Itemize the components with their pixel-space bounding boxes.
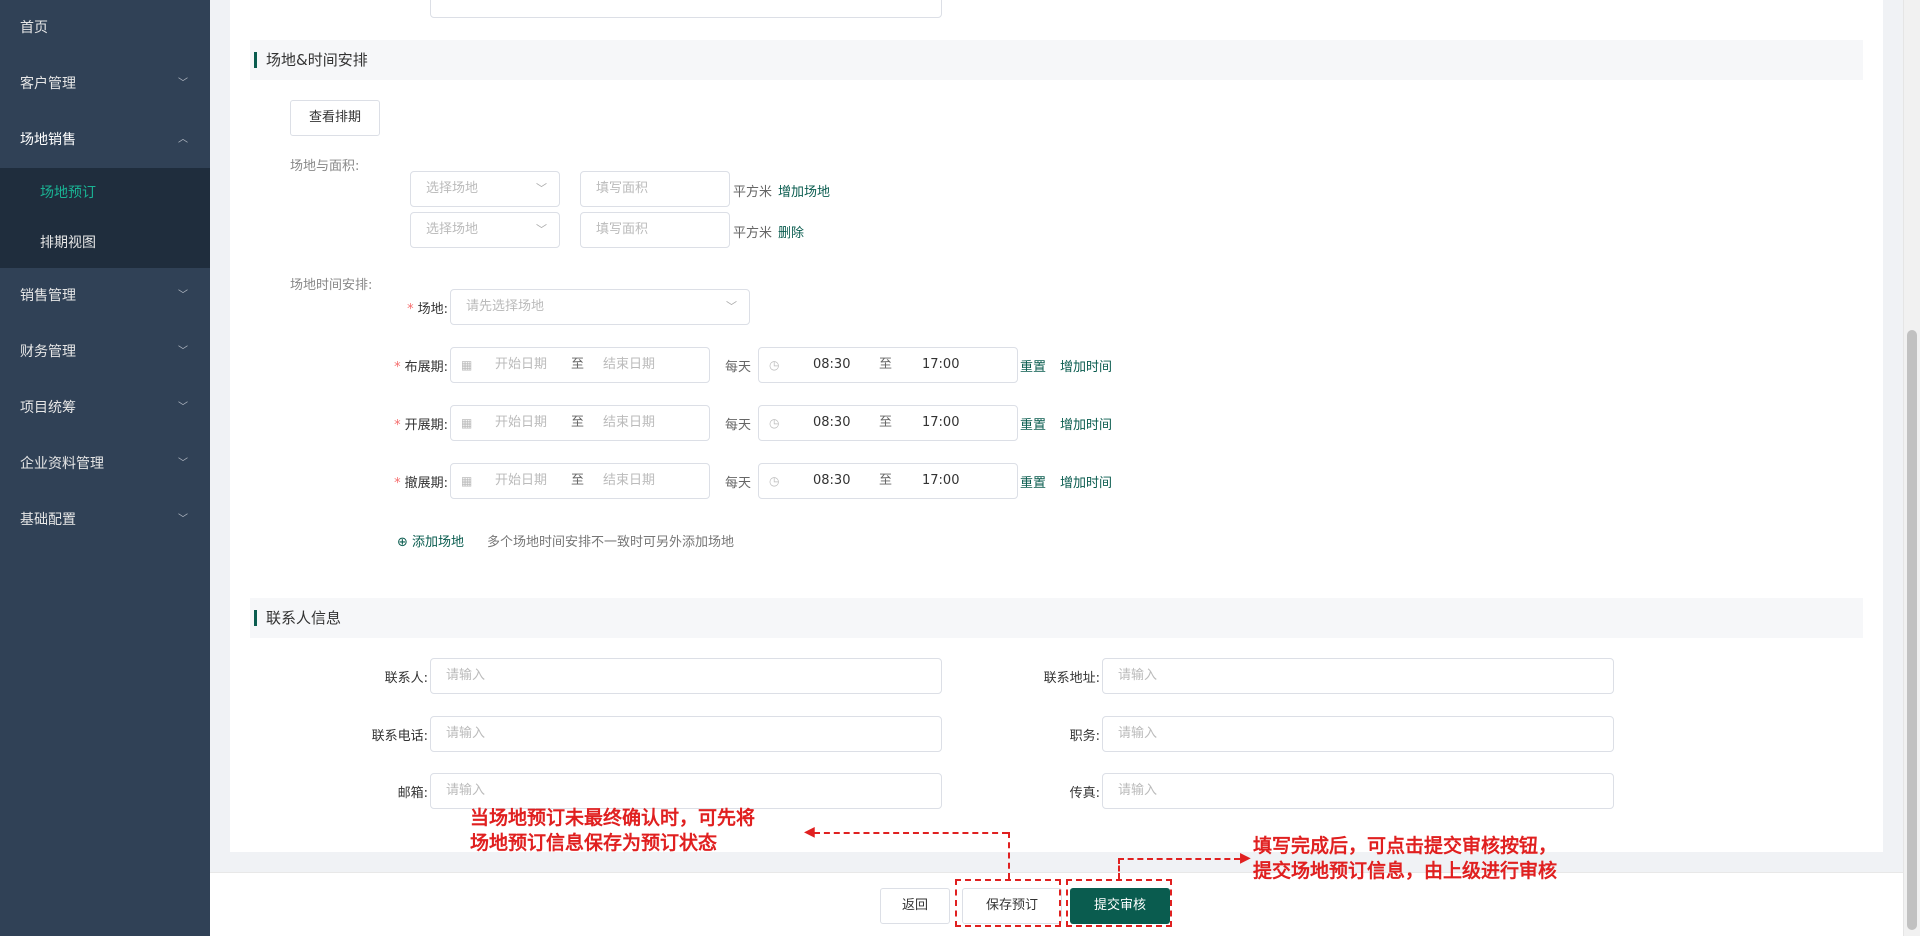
daily-label: 每天 [725, 418, 752, 433]
sidebar-item-config[interactable]: 基础配置 ﹀ [0, 492, 210, 548]
plus-circle-icon: ⊕ [397, 535, 408, 550]
submit-highlight-box [1066, 879, 1172, 927]
sidebar-item-label: 项目统筹 [20, 400, 76, 416]
contact-label: 联系人: [384, 671, 428, 686]
sidebar-item-sales[interactable]: 销售管理 ﹀ [0, 268, 210, 324]
connector-line [1118, 858, 1240, 860]
sidebar-item-schedule-view[interactable]: 排期视图 [0, 218, 210, 268]
time-range-teardown[interactable]: ◷ 08:30 至 17:00 [758, 463, 1018, 499]
scrollbar-thumb[interactable] [1907, 330, 1917, 930]
section-header-contact: 联系人信息 [250, 598, 1863, 638]
sidebar-item-label: 企业资料管理 [20, 456, 104, 472]
chevron-down-icon: ﹀ [726, 300, 737, 313]
calendar-icon: ▦ [461, 416, 473, 430]
add-venue-link[interactable]: 增加场地 [778, 181, 830, 200]
daily-label: 每天 [725, 360, 752, 375]
add-venue-note: 多个场地时间安排不一致时可另外添加场地 [487, 535, 735, 550]
sidebar-item-label: 场地销售 [20, 132, 76, 148]
area-input-2[interactable]: 填写面积 [580, 212, 730, 248]
chevron-down-icon: ﹀ [536, 223, 547, 236]
reset-link[interactable]: 重置 [1020, 472, 1046, 491]
annotation-save: 当场地预订未最终确认时，可先将 场地预订信息保存为预订状态 [470, 807, 756, 854]
sidebar-item-label: 客户管理 [20, 76, 76, 92]
period-label-setup: * 布展期: [394, 360, 448, 375]
time-range-setup[interactable]: ◷ 08:30 至 17:00 [758, 347, 1018, 383]
chevron-down-icon: ﹀ [178, 290, 188, 301]
main-content: 场地&时间安排 查看排期 场地与面积: 选择场地 ﹀ 填写面积 平方米 增加场地 … [210, 0, 1903, 936]
address-input[interactable]: 请输入 [1102, 658, 1614, 694]
add-time-link[interactable]: 增加时间 [1060, 414, 1112, 433]
email-label: 邮箱: [397, 786, 428, 801]
fax-input[interactable]: 请输入 [1102, 773, 1614, 809]
annotation-submit: 填写完成后，可点击提交审核按钮， 提交场地预订信息，由上级进行审核 [1253, 835, 1558, 882]
sidebar-item-customer[interactable]: 客户管理 ﹀ [0, 56, 210, 112]
time-schedule-label: 场地时间安排: [290, 278, 373, 293]
sidebar-item-finance[interactable]: 财务管理 ﹀ [0, 324, 210, 380]
sidebar-item-label: 销售管理 [20, 288, 76, 304]
add-time-link[interactable]: 增加时间 [1060, 472, 1112, 491]
chevron-down-icon: ﹀ [178, 514, 188, 525]
sidebar-item-enterprise[interactable]: 企业资料管理 ﹀ [0, 436, 210, 492]
view-schedule-button[interactable]: 查看排期 [290, 100, 381, 136]
add-time-link[interactable]: 增加时间 [1060, 356, 1112, 375]
sidebar-item-label: 基础配置 [20, 512, 76, 528]
date-range-setup[interactable]: ▦ 开始日期至结束日期 [450, 347, 710, 383]
connector-line [1118, 858, 1120, 879]
reset-link[interactable]: 重置 [1020, 414, 1046, 433]
venue-select-2[interactable]: 选择场地 ﹀ [410, 212, 560, 248]
reset-link[interactable]: 重置 [1020, 356, 1046, 375]
area-label: 场地与面积: [290, 159, 360, 174]
sidebar-item-venue-sales[interactable]: 场地销售 ︿ [0, 112, 210, 168]
daily-label: 每天 [725, 476, 752, 491]
arrow-right-icon: ▶ [1240, 850, 1251, 866]
unit-label: 平方米 [733, 185, 773, 200]
unit-label: 平方米 [733, 226, 773, 241]
chevron-down-icon: ﹀ [178, 346, 188, 357]
save-highlight-box [955, 879, 1061, 927]
address-label: 联系地址: [1043, 671, 1100, 686]
calendar-icon: ▦ [461, 474, 473, 488]
sidebar-item-label: 财务管理 [20, 344, 76, 360]
chevron-down-icon: ﹀ [178, 78, 188, 89]
time-range-exhibition[interactable]: ◷ 08:30 至 17:00 [758, 405, 1018, 441]
venue-select-1[interactable]: 选择场地 ﹀ [410, 171, 560, 207]
chevron-down-icon: ﹀ [178, 458, 188, 469]
chevron-down-icon: ﹀ [178, 402, 188, 413]
date-range-exhibition[interactable]: ▦ 开始日期至结束日期 [450, 405, 710, 441]
arrow-left-icon: ◀ [804, 824, 815, 840]
sidebar: 首页 客户管理 ﹀ 场地销售 ︿ 场地预订 排期视图 销售管理 ﹀ 财务管理 ﹀ 项目统… [0, 0, 210, 936]
back-button[interactable]: 返回 [880, 888, 950, 924]
clock-icon: ◷ [769, 416, 780, 430]
sidebar-item-project[interactable]: 项目统筹 ﹀ [0, 380, 210, 436]
phone-label: 联系电话: [371, 729, 428, 744]
period-label-teardown: * 撤展期: [394, 476, 448, 491]
venue-field-label: * 场地: [407, 302, 448, 317]
fax-label: 传真: [1069, 786, 1100, 801]
delete-venue-link[interactable]: 删除 [778, 222, 804, 241]
sidebar-item-venue-booking[interactable]: 场地预订 [0, 168, 210, 218]
sidebar-submenu: 场地预订 排期视图 [0, 168, 210, 268]
position-label: 职务: [1069, 729, 1100, 744]
page-scrollbar[interactable] [1903, 0, 1920, 936]
venue-field-select[interactable]: 请先选择场地 ﹀ [450, 289, 750, 325]
sidebar-item-home[interactable]: 首页 [0, 0, 210, 56]
clock-icon: ◷ [769, 474, 780, 488]
area-input-1[interactable]: 填写面积 [580, 171, 730, 207]
clock-icon: ◷ [769, 358, 780, 372]
chevron-down-icon: ﹀ [536, 182, 547, 195]
position-input[interactable]: 请输入 [1102, 716, 1614, 752]
previous-input[interactable] [430, 0, 942, 18]
connector-line [814, 832, 1008, 834]
date-range-teardown[interactable]: ▦ 开始日期至结束日期 [450, 463, 710, 499]
connector-line [1008, 832, 1010, 879]
section-header-venue: 场地&时间安排 [250, 40, 1863, 80]
sidebar-item-label: 首页 [20, 20, 48, 36]
add-venue-button[interactable]: ⊕ 添加场地 [397, 531, 464, 550]
chevron-up-icon: ︿ [178, 134, 188, 145]
calendar-icon: ▦ [461, 358, 473, 372]
period-label-exhibition: * 开展期: [394, 418, 448, 433]
form-card: 场地&时间安排 查看排期 场地与面积: 选择场地 ﹀ 填写面积 平方米 增加场地 … [230, 0, 1883, 852]
